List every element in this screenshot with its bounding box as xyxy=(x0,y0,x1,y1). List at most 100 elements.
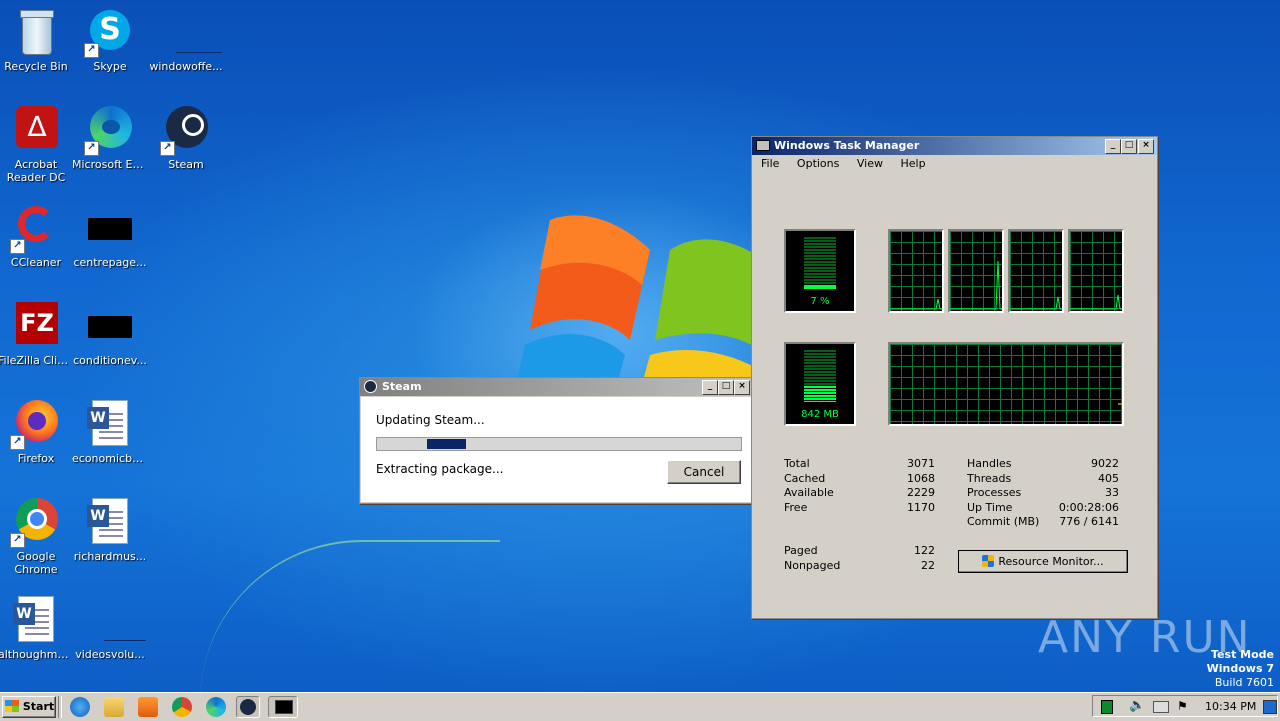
folder-icon[interactable] xyxy=(104,697,124,717)
desktop-icon-firefox[interactable]: ↗ Firefox xyxy=(0,394,74,465)
shortcut-arrow-icon: ↗ xyxy=(84,43,99,58)
file-icon xyxy=(86,302,134,350)
cpu-history-graph-core-3 xyxy=(1008,229,1064,313)
stat-value: 776 / 6141 xyxy=(1059,515,1119,528)
acrobat-icon: ∆ xyxy=(12,106,60,154)
memory-usage-meter: 842 MB xyxy=(784,342,856,426)
desktop: Recycle Bin S ↗ Skype windowoffe... ∆ Ac… xyxy=(0,0,1280,692)
desktop-icon-label: CCleaner xyxy=(10,256,62,269)
volume-icon[interactable]: 🔈 xyxy=(1129,698,1145,713)
stat-value: 33 xyxy=(1105,486,1119,499)
stat-label: Free xyxy=(784,500,808,514)
word-document-icon: W xyxy=(86,400,134,448)
task-manager-taskbar-button[interactable] xyxy=(268,696,298,718)
desktop-icon-richardmus[interactable]: W richardmus... xyxy=(72,492,148,563)
menu-view[interactable]: View xyxy=(850,155,890,172)
desktop-icon-label: Acrobat Reader DC xyxy=(6,158,66,184)
minimize-button[interactable]: _ xyxy=(702,380,718,395)
resource-monitor-label: Resource Monitor... xyxy=(998,555,1104,568)
media-player-icon[interactable] xyxy=(138,697,158,717)
steam-dialog-body: Updating Steam... Extracting package... … xyxy=(361,397,751,502)
maximize-button[interactable]: □ xyxy=(718,380,734,395)
desktop-icon-label: Steam xyxy=(168,158,204,171)
system-tray: 🔈 ⚑ 10:34 PM xyxy=(1092,695,1278,717)
cpu-usage-meter: 7 % xyxy=(784,229,856,313)
desktop-icon-edge[interactable]: ↗ Microsoft Edge xyxy=(72,100,148,171)
start-button[interactable]: Start xyxy=(2,696,56,718)
desktop-icon-recycle-bin[interactable]: Recycle Bin xyxy=(0,2,74,73)
cpu-history-graph-core-2 xyxy=(948,229,1004,313)
stat-label: Total xyxy=(784,457,810,470)
taskbar: Start 🔈 ⚑ 10:34 PM xyxy=(0,692,1280,721)
chrome-icon: ↗ xyxy=(10,498,60,548)
desktop-icon-label: conditionev... xyxy=(73,354,147,367)
desktop-icon-althoughme[interactable]: W althoughme... xyxy=(0,590,74,661)
desktop-icon-skype[interactable]: S ↗ Skype xyxy=(72,2,148,73)
test-mode-line: Build 7601 xyxy=(1214,676,1274,689)
test-mode-notice: Test Mode Windows 7 Build 7601 xyxy=(1207,648,1274,690)
steam-progress-fill xyxy=(427,439,466,449)
desktop-icon-economicbo[interactable]: W economicbo... xyxy=(72,394,148,465)
desktop-icon-label: richardmus... xyxy=(73,550,147,563)
desktop-icon-centrepage[interactable]: centrepage... xyxy=(72,198,148,269)
steam-dialog-titlebar[interactable]: Steam _ □ × xyxy=(360,378,752,396)
menu-help[interactable]: Help xyxy=(893,155,932,172)
task-manager-window: Windows Task Manager _ □ × File Options … xyxy=(751,136,1158,619)
desktop-icon-label: economicbo... xyxy=(72,452,148,465)
cpu-history-graph-core-1 xyxy=(888,229,944,313)
stat-value: 9022 xyxy=(1091,457,1119,470)
shortcut-arrow-icon: ↗ xyxy=(10,239,25,254)
desktop-icon-label: althoughme... xyxy=(0,648,74,661)
desktop-icon-filezilla[interactable]: FZ FileZilla Client xyxy=(0,296,74,367)
desktop-icon-windowoffe[interactable]: windowoffe... xyxy=(148,2,224,73)
close-button[interactable]: × xyxy=(1138,139,1154,154)
show-desktop-icon[interactable] xyxy=(1263,700,1277,714)
word-document-icon: W xyxy=(86,498,134,546)
action-center-flag-icon[interactable]: ⚑ xyxy=(1177,699,1188,713)
steam-detail-text: Extracting package... xyxy=(376,462,504,476)
stat-value: 2229 xyxy=(907,486,935,499)
system-labels: Handles Threads Processes Up Time Commit… xyxy=(967,457,1039,530)
file-icon xyxy=(162,8,222,56)
close-button[interactable]: × xyxy=(734,380,750,395)
taskbar-separator xyxy=(58,696,62,718)
desktop-icon-conditionev[interactable]: conditionev... xyxy=(72,296,148,367)
physical-memory-values: 3071 1068 2229 1170 xyxy=(882,457,935,515)
desktop-icon-label: Google Chrome xyxy=(14,550,58,576)
chrome-icon[interactable] xyxy=(172,697,192,717)
stat-value: 405 xyxy=(1098,471,1119,485)
cpu-usage-value: 7 % xyxy=(810,296,830,307)
resource-monitor-button[interactable]: Resource Monitor... xyxy=(958,550,1128,573)
cancel-button[interactable]: Cancel xyxy=(667,460,741,484)
shortcut-arrow-icon: ↗ xyxy=(10,533,25,548)
word-document-icon: W xyxy=(12,596,60,644)
test-mode-line: Test Mode xyxy=(1211,648,1274,661)
steam-dialog-title: Steam xyxy=(382,380,422,393)
steam-icon xyxy=(364,380,377,393)
menu-options[interactable]: Options xyxy=(790,155,846,172)
network-icon[interactable] xyxy=(1153,701,1169,713)
task-manager-titlebar[interactable]: Windows Task Manager _ □ × xyxy=(752,137,1157,155)
uac-shield-icon xyxy=(982,555,995,567)
stat-value: 122 xyxy=(914,544,935,557)
maximize-button[interactable]: □ xyxy=(1121,139,1137,154)
shortcut-arrow-icon: ↗ xyxy=(84,141,99,156)
edge-icon: ↗ xyxy=(84,106,134,156)
desktop-icon-acrobat[interactable]: ∆ Acrobat Reader DC xyxy=(0,100,74,184)
stat-label: Paged xyxy=(784,544,818,557)
desktop-icon-ccleaner[interactable]: ↗ CCleaner xyxy=(0,198,74,269)
steam-icon xyxy=(240,699,256,715)
steam-taskbar-button[interactable] xyxy=(236,696,260,718)
minimize-button[interactable]: _ xyxy=(1105,139,1121,154)
internet-explorer-icon[interactable] xyxy=(70,697,90,717)
desktop-icon-chrome[interactable]: ↗ Google Chrome xyxy=(0,492,74,576)
menu-file[interactable]: File xyxy=(754,155,786,172)
clock[interactable]: 10:34 PM xyxy=(1205,700,1256,713)
desktop-icon-steam[interactable]: ↗ Steam xyxy=(148,100,224,171)
skype-icon: S ↗ xyxy=(84,8,134,58)
edge-icon[interactable] xyxy=(206,697,226,717)
memory-history-graph xyxy=(888,342,1124,426)
filezilla-icon: FZ xyxy=(12,302,60,350)
desktop-icon-videosvolu[interactable]: videosvolu... xyxy=(72,590,148,661)
cpu-tray-icon[interactable] xyxy=(1101,700,1113,714)
